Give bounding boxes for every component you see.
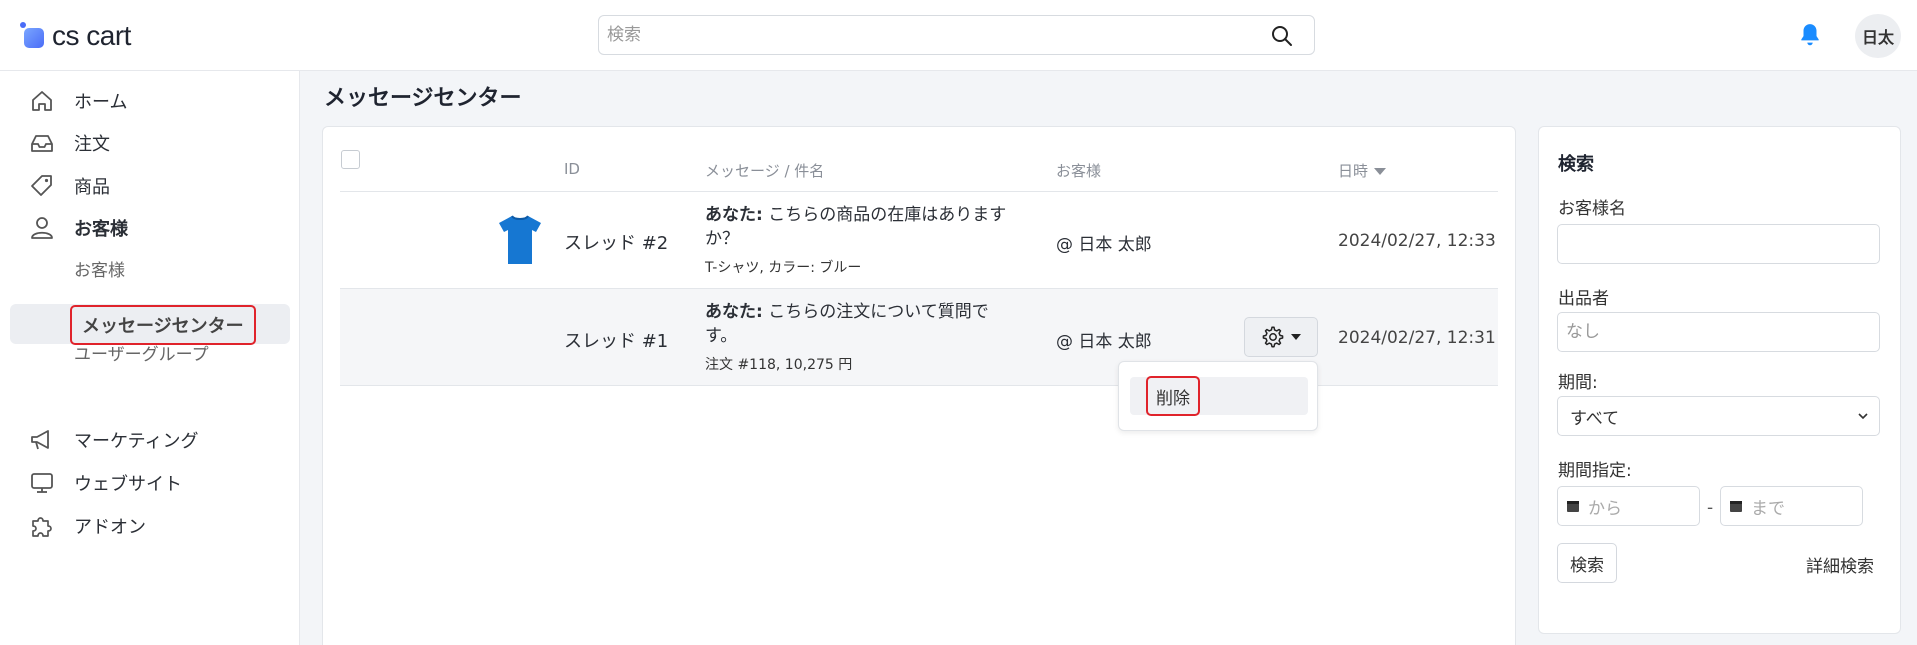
column-header-date-label: 日時 [1338,162,1369,180]
row-actions-button[interactable] [1244,317,1318,357]
sidebar-item-label: マーケティング [74,431,199,452]
gear-icon [1262,326,1284,348]
message-date: 2024/02/27, 12:33 [1338,231,1496,251]
message-preview[interactable]: あなた: こちらの商品の在庫はありますか？ [705,203,1045,251]
thread-id[interactable]: スレッド #2 [564,229,668,255]
period-select[interactable]: すべて [1557,396,1880,436]
sidebar-item-home[interactable]: ホーム [28,86,127,116]
period-selected-value: すべて [1570,408,1620,429]
sidebar-item-label: 注文 [74,134,110,155]
date-to-input[interactable]: まで [1720,486,1863,526]
column-header-message[interactable]: メッセージ / 件名 [705,160,824,181]
megaphone-icon [31,430,49,450]
table-header [340,150,1498,192]
customer-name-input[interactable] [1557,224,1880,264]
customer-name-label: お客様名 [1558,199,1626,219]
date-range-label: 期間指定: [1558,461,1632,481]
puzzle-icon [32,517,52,537]
sidebar-item-products[interactable]: 商品 [28,171,110,201]
search-panel-title: 検索 [1558,154,1594,175]
logo-icon [20,22,46,50]
message-preview[interactable]: あなた: こちらの注文について質問です。 [705,300,1045,348]
message-text-cont: す。 [705,326,738,346]
seller-input[interactable] [1557,312,1880,352]
message-text-end: か？ [705,229,739,249]
user-icon [31,217,53,239]
message-text: こちらの注文について質問で [762,302,989,322]
sidebar-item-label: ウェブサイト [74,474,182,495]
search-button[interactable]: 検索 [1557,543,1617,583]
sidebar-item-addons[interactable]: アドオン [28,511,146,541]
thread-id[interactable]: スレッド #1 [564,327,668,353]
message-text-cont: す [989,205,1007,225]
sidebar-item-label: 商品 [74,177,110,198]
message-author: あなた: [705,205,763,225]
column-header-customer[interactable]: お客様 [1056,160,1101,181]
period-label: 期間: [1558,373,1598,393]
column-header-date[interactable]: 日時 [1338,160,1387,181]
message-text: こちらの商品の在庫はありま [762,205,990,225]
monitor-icon [31,473,53,493]
sort-desc-icon [1374,168,1387,175]
column-header-id[interactable]: ID [564,160,580,178]
sidebar-subitem-customers[interactable]: お客様 [74,254,125,282]
message-subject[interactable]: 注文 #118, 10,275 円 [705,354,852,374]
date-to-placeholder: まで [1751,498,1785,519]
sidebar-item-label: お客様 [74,219,128,240]
date-from-placeholder: から [1588,498,1622,519]
sidebar-item-customers[interactable]: お客様 [28,213,128,243]
page-title: メッセージセンター [324,86,522,111]
message-subject[interactable]: T-シャツ, カラー: ブルー [705,257,861,277]
advanced-search-link[interactable]: 詳細検索 [1806,552,1874,577]
delete-menu-item[interactable]: 削除 [1146,376,1200,416]
logo[interactable]: cs cart [20,20,131,52]
logo-text: cs cart [52,20,131,51]
calendar-icon [1730,501,1742,512]
sidebar-item-website[interactable]: ウェブサイト [28,468,182,498]
tag-icon [31,175,52,196]
tshirt-thumbnail[interactable] [496,214,544,266]
customer-name[interactable]: @ 日本 太郎 [1056,327,1152,352]
seller-label: 出品者 [1558,289,1609,309]
global-search [598,15,1315,55]
sidebar-subitem-message-center[interactable]: メッセージセンター [70,305,256,345]
chevron-down-icon [1858,413,1868,420]
customer-name[interactable]: @ 日本 太郎 [1056,230,1152,255]
top-bar: cs cart 日太 [0,0,1917,71]
sidebar-item-label: アドオン [74,517,146,538]
sidebar-item-marketing[interactable]: マーケティング [28,425,199,455]
message-date: 2024/02/27, 12:31 [1338,328,1496,348]
message-author: あなた: [705,302,763,322]
bell-icon[interactable] [1797,22,1823,48]
inbox-icon [31,135,53,152]
date-range-separator: - [1707,498,1714,518]
sidebar-item-label: ホーム [74,92,128,113]
search-input[interactable] [599,16,1239,54]
chevron-down-icon [1291,334,1301,340]
avatar[interactable]: 日太 [1855,14,1901,58]
sidebar-item-orders[interactable]: 注文 [28,128,110,158]
date-from-input[interactable]: から [1557,486,1700,526]
search-icon[interactable] [1270,24,1294,48]
select-all-checkbox[interactable] [341,150,360,169]
home-icon [32,91,52,111]
calendar-icon [1567,501,1579,512]
